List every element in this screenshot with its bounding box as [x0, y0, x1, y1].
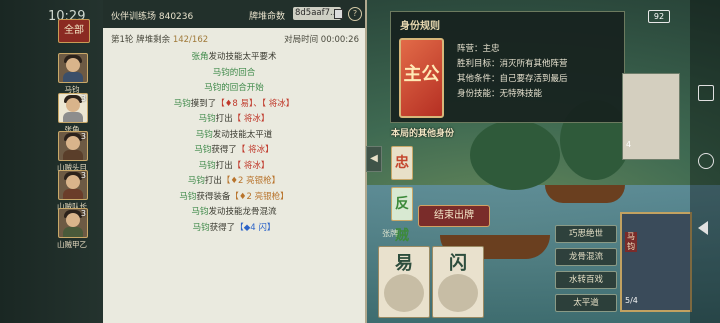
other-identities-label: 本局的其他身份: [391, 129, 455, 139]
identity-loyalist[interactable]: 忠臣: [391, 146, 413, 203]
role-card-label: 主公: [403, 64, 440, 85]
game-time: 对局时间 00:00:26: [284, 35, 359, 45]
log-line: 马钧获得了【◆4 闪】: [192, 222, 276, 233]
role-rules-title: 身份规则: [400, 21, 440, 32]
skill-button[interactable]: 太平道: [555, 294, 617, 312]
log-line: 马钧获得了【 将冰】: [194, 145, 274, 155]
log-line: 马钧打出【 将冰】: [198, 160, 270, 171]
role-camp: 阵营：主忠: [457, 44, 500, 54]
back-icon[interactable]: [698, 221, 708, 235]
boat: [545, 185, 625, 203]
log-line: 马钧摸到了【♦8 易】、【 将冰】: [173, 98, 295, 109]
player-avatar[interactable]: [58, 53, 88, 83]
log-line: 马钧发动技能龙骨混流: [191, 207, 277, 217]
log-line: 马钧打出【♦2 亮银枪】: [187, 176, 281, 186]
role-skill: 身份技能：无特殊技能: [457, 89, 543, 99]
log-line: 马钧的回合开始: [204, 83, 264, 93]
home-icon[interactable]: [698, 153, 714, 169]
log-line: 马钧获得装备【♦2 亮银枪】: [179, 191, 289, 202]
role-rules-popup: 身份规则 主公 阵营：主忠 胜利目标：消灭所有其他阵营 其他条件：自己要存活到最…: [390, 11, 625, 123]
help-icon[interactable]: ?: [348, 7, 362, 21]
player-avatar[interactable]: 3: [58, 208, 88, 238]
battle-log-panel: 伙伴训练场 840236 牌堆命数 8d5aaf7... ? 第1轮 牌堆剩余 …: [103, 0, 367, 323]
hero-hp: 5/4: [625, 296, 638, 305]
log-line: 马钧打出【 将冰】: [198, 114, 270, 124]
log-title: 伙伴训练场 840236: [111, 12, 194, 22]
player-list: 10:29 全部 马钧 3 张角 3 山贼头目 3 山贼队长 3 山贼甲乙: [0, 0, 103, 323]
log-lines[interactable]: 张角发动技能太平要术 马钧的回合 马钧的回合开始 马钧摸到了【♦8 易】、【 将…: [103, 50, 365, 236]
dodge-art-icon: [438, 274, 478, 312]
skill-button[interactable]: 水转百戏: [555, 271, 617, 289]
seed-label: 牌堆命数: [249, 12, 286, 22]
battery-indicator: 92: [648, 10, 670, 23]
log-line: 张角发动技能太平要术: [191, 52, 277, 62]
player-name: 山贼甲乙: [57, 240, 87, 249]
log-header: 伙伴训练场 840236 牌堆命数 8d5aaf7... ?: [103, 0, 365, 28]
enemy-hp: 4: [626, 140, 632, 149]
log-line: 马钧发动技能太平道: [195, 129, 273, 140]
chevron-left-icon[interactable]: ◀: [366, 146, 382, 172]
copy-icon[interactable]: [334, 9, 343, 19]
end-turn-button[interactable]: 结束出牌: [418, 205, 490, 227]
role-win-goal: 胜利目标：消灭所有其他阵营: [457, 59, 568, 69]
skill-button[interactable]: 龙骨混流: [555, 248, 617, 266]
round-label: 第1轮 牌堆剩余: [111, 35, 171, 45]
player-avatar[interactable]: 3: [58, 170, 88, 200]
recent-apps-icon[interactable]: [698, 85, 714, 101]
log-line: 马钧的回合: [212, 67, 256, 78]
hand-label: 张牌: [382, 229, 398, 238]
player-avatar[interactable]: 3: [58, 131, 88, 161]
role-other-condition: 其他条件：自己要存活到最后: [457, 74, 568, 84]
hand-card[interactable]: 易: [378, 246, 430, 318]
identity-rebel[interactable]: 反贼: [391, 187, 413, 244]
role-card-lord: 主公: [399, 38, 444, 118]
hand-card[interactable]: 闪: [432, 246, 484, 318]
yin-yang-icon: [384, 274, 424, 312]
tab-all[interactable]: 全部: [58, 19, 90, 43]
pile-count: 142/162: [172, 35, 209, 45]
skill-button[interactable]: 巧思绝世: [555, 225, 617, 243]
hero-name: 马钧: [625, 232, 637, 252]
tree: [470, 120, 560, 190]
player-avatar[interactable]: 3: [58, 93, 88, 123]
